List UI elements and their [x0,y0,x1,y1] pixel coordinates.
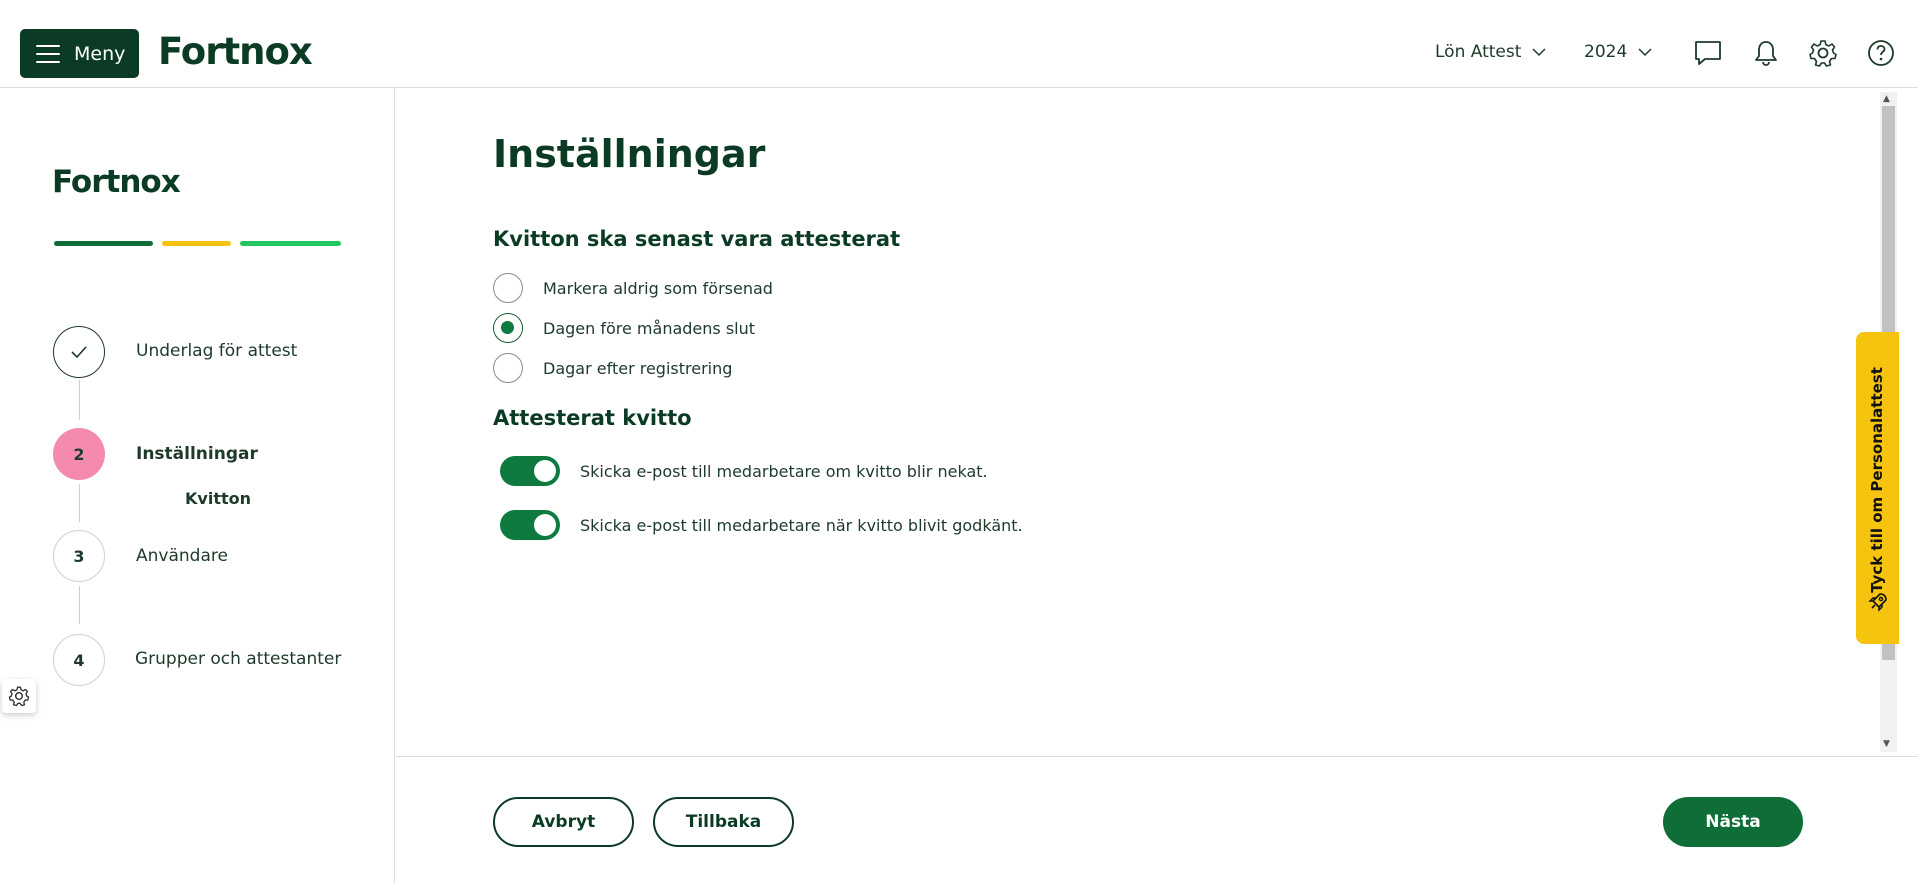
toggle-label: Skicka e-post till medarbetare om kvitto… [580,461,988,481]
toggle-email-approved[interactable]: Skicka e-post till medarbetare när kvitt… [500,510,1023,540]
sidebar-logo: Fortnox [52,164,181,200]
radio-button[interactable] [493,273,523,303]
rocket-icon [1868,593,1887,612]
fortnox-logo[interactable]: Fortnox [158,30,313,73]
help-icon[interactable] [1866,38,1896,68]
menu-button[interactable]: Meny [20,29,139,78]
chevron-down-icon [1638,48,1652,57]
feedback-label: Tyck till om Personalattest [1868,367,1886,593]
back-button[interactable]: Tillbaka [653,797,794,847]
cancel-button[interactable]: Avbryt [493,797,634,847]
year-dropdown[interactable]: 2024 [1584,42,1653,62]
sidebar [0,88,395,883]
radio-day-before-month-end[interactable]: Dagen före månadens slut [493,313,755,343]
scroll-down-arrow[interactable]: ▼ [1883,739,1890,749]
hamburger-icon [36,44,60,63]
step-4-circle[interactable]: 4 [53,634,105,686]
company-dropdown[interactable]: Lön Attest [1435,42,1547,62]
chevron-down-icon [1532,48,1546,57]
radio-button[interactable] [493,353,523,383]
radio-label: Dagar efter registrering [543,358,733,378]
radio-never-late[interactable]: Markera aldrig som försenad [493,273,773,303]
toggle-switch[interactable] [500,456,560,486]
next-button[interactable]: Nästa [1663,797,1803,847]
step-2-circle[interactable]: 2 [53,428,105,480]
step-4-label[interactable]: Grupper och attestanter [135,649,341,669]
toggle-label: Skicka e-post till medarbetare när kvitt… [580,515,1023,535]
section-title-receipt-deadline: Kvitton ska senast vara attesterat [493,227,901,251]
step-3-label[interactable]: Användare [136,546,228,566]
progress-segment [162,241,231,246]
step-connector [79,380,80,420]
toggle-email-rejected[interactable]: Skicka e-post till medarbetare om kvitto… [500,456,988,486]
gear-icon [8,686,30,707]
bell-icon[interactable] [1751,38,1781,68]
step-3-circle[interactable]: 3 [53,530,105,582]
step-connector [79,484,80,522]
chat-icon[interactable] [1693,38,1723,68]
company-dropdown-label: Lön Attest [1435,42,1522,62]
year-dropdown-label: 2024 [1584,42,1628,62]
step-2-sublabel[interactable]: Kvitton [185,489,251,508]
radio-days-after-registration[interactable]: Dagar efter registrering [493,353,732,383]
gear-icon[interactable] [1808,38,1838,68]
step-1-label[interactable]: Underlag för attest [136,341,297,361]
step-1-circle[interactable] [53,326,105,378]
checkmark-icon [71,346,87,359]
section-title-approved-receipt: Attesterat kvitto [493,406,692,430]
page-title: Inställningar [493,132,766,176]
progress-segment [54,241,153,246]
settings-float-button[interactable] [2,679,36,713]
step-connector [79,586,80,624]
radio-button[interactable] [493,313,523,343]
radio-label: Markera aldrig som försenad [543,278,773,298]
menu-label: Meny [74,42,126,65]
scroll-up-arrow[interactable]: ▲ [1883,94,1890,104]
progress-segment [240,241,341,246]
feedback-tab[interactable]: Tyck till om Personalattest [1856,332,1899,644]
top-bar: Meny Fortnox Lön Attest 2024 [0,0,1918,88]
step-2-label[interactable]: Inställningar [136,444,258,464]
radio-label: Dagen före månadens slut [543,318,756,338]
toggle-switch[interactable] [500,510,560,540]
